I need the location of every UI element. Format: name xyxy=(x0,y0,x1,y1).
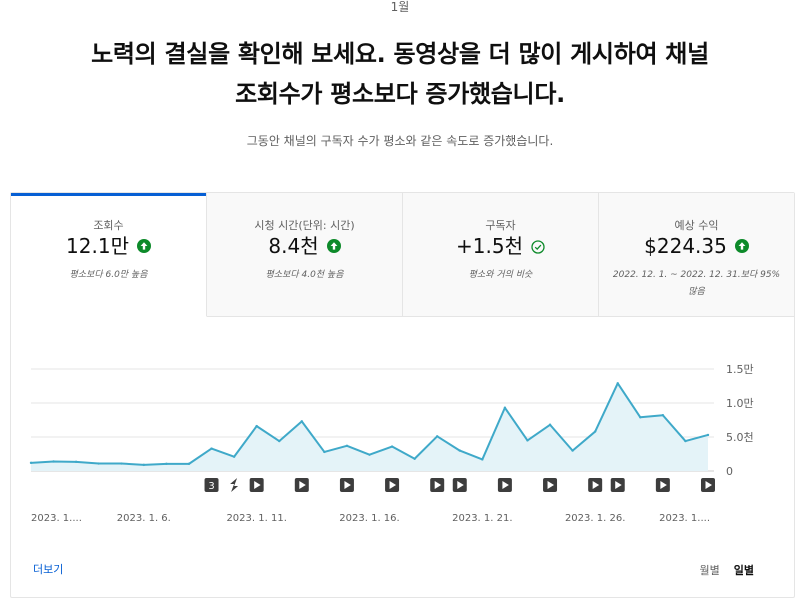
tab-label: 구독자 xyxy=(485,219,516,232)
data-point xyxy=(368,453,371,456)
data-point xyxy=(639,416,642,419)
data-point xyxy=(210,447,213,450)
tab-note: 평소와 거의 비슷 xyxy=(468,270,533,280)
tab-label: 조회수 xyxy=(93,219,124,232)
page-headline: 노력의 결실을 확인해 보세요. 동영상을 더 많이 게시하여 채널 조회수가 … xyxy=(40,34,760,114)
arrow-up-icon xyxy=(136,239,151,253)
data-point xyxy=(593,430,597,433)
data-point xyxy=(52,460,55,463)
period-toggle: 월별 일별 xyxy=(700,562,755,578)
data-point xyxy=(548,423,552,426)
tab-views[interactable]: 조회수 12.1만 평소보다 6.0만 높음 xyxy=(11,193,207,317)
tab-value: 12.1만 xyxy=(66,234,129,258)
month-label: 1월 xyxy=(390,0,410,14)
area-fill xyxy=(31,383,708,471)
data-point xyxy=(120,462,123,465)
video-marker-icon[interactable] xyxy=(294,478,309,492)
video-marker-icon[interactable] xyxy=(543,478,558,492)
data-point xyxy=(97,462,100,465)
data-point xyxy=(458,449,461,452)
x-tick-label: 2023. 1. 21. xyxy=(452,513,512,524)
data-point xyxy=(436,435,439,438)
daily-toggle[interactable]: 일별 xyxy=(734,562,754,578)
x-tick-label: 2023. 1. 26. xyxy=(565,513,625,524)
y-tick-label: 5.0천 xyxy=(726,430,754,444)
svg-text:3: 3 xyxy=(208,481,214,492)
data-point xyxy=(255,424,258,428)
check-circle-icon xyxy=(531,239,545,254)
data-point xyxy=(300,420,303,423)
tab-revenue[interactable]: 예상 수익 $224.35 2022. 12. 1. ~ 2022. 12. 3… xyxy=(599,193,794,317)
data-point xyxy=(413,457,416,460)
arrow-up-icon xyxy=(734,239,749,253)
tab-label: 시청 시간(단위: 시간) xyxy=(254,219,355,232)
upload-count-marker[interactable]: 3 xyxy=(204,478,219,492)
data-point xyxy=(142,463,146,467)
views-chart: 0 5.0천 1.0만 1.5만 3 2023. 1.... 2023. 1. 6. 2023… xyxy=(11,317,794,547)
more-link[interactable]: 더보기 xyxy=(33,561,63,577)
data-point xyxy=(29,461,33,465)
video-marker-icon[interactable] xyxy=(655,478,670,492)
tab-watch-time[interactable]: 시청 시간(단위: 시간) 8.4천 평소보다 4.0천 높음 xyxy=(207,193,403,317)
data-point xyxy=(571,449,574,452)
tab-value: +1.5천 xyxy=(456,234,523,258)
tab-note: 평소보다 6.0만 높음 xyxy=(69,270,148,280)
data-point xyxy=(481,458,484,461)
data-point xyxy=(232,455,236,458)
y-tick-label: 0 xyxy=(726,465,733,478)
video-marker-icon[interactable] xyxy=(452,478,467,492)
chart-svg: 0 5.0천 1.0만 1.5만 3 2023. 1.... 2023. 1. 6. 2023… xyxy=(29,363,754,524)
x-tick-label: 2023. 1. 11. xyxy=(226,513,286,524)
data-point xyxy=(74,460,78,464)
data-point xyxy=(390,445,394,448)
data-point xyxy=(278,439,281,443)
arrow-up-icon xyxy=(326,239,341,253)
data-point xyxy=(526,439,529,442)
data-point xyxy=(661,414,665,417)
tab-note: 2022. 12. 1. ~ 2022. 12. 31.보다 95% 많음 xyxy=(612,270,781,297)
tab-note: 평소보다 4.0천 높음 xyxy=(265,270,344,280)
data-point xyxy=(187,462,191,466)
video-marker-icon[interactable] xyxy=(430,478,445,492)
data-point xyxy=(165,462,168,466)
analytics-card: 조회수 12.1만 평소보다 6.0만 높음 시청 시간(단위: 시간) 8.4… xyxy=(10,192,795,598)
data-point xyxy=(684,439,687,443)
x-tick-label: 2023. 1. 16. xyxy=(339,513,399,524)
tab-value: $224.35 xyxy=(644,234,727,258)
short-marker-icon[interactable] xyxy=(230,478,239,492)
data-point xyxy=(706,433,710,437)
video-marker-icon[interactable] xyxy=(497,478,512,492)
headline-line-2: 조회수가 평소보다 증가했습니다. xyxy=(235,80,565,108)
video-marker-icon[interactable] xyxy=(339,478,354,492)
metric-tabs: 조회수 12.1만 평소보다 6.0만 높음 시청 시간(단위: 시간) 8.4… xyxy=(11,193,794,317)
monthly-toggle[interactable]: 월별 xyxy=(700,562,720,578)
data-point xyxy=(503,406,507,409)
video-marker-icon[interactable] xyxy=(249,478,264,492)
video-marker-icon[interactable] xyxy=(701,478,715,492)
tab-subscribers[interactable]: 구독자 +1.5천 평소와 거의 비슷 xyxy=(403,193,599,317)
video-marker-icon[interactable] xyxy=(385,478,400,492)
data-point xyxy=(323,450,326,454)
page-subline: 그동안 채널의 구독자 수가 평소와 같은 속도로 증가했습니다. xyxy=(246,134,554,148)
x-tick-label: 2023. 1. 6. xyxy=(117,513,171,524)
tab-label: 예상 수익 xyxy=(674,219,719,232)
x-tick-label: 2023. 1.... xyxy=(31,513,82,524)
y-tick-label: 1.5만 xyxy=(726,363,754,376)
x-tick-label: 2023. 1.... xyxy=(659,513,710,524)
y-tick-label: 1.0만 xyxy=(726,397,754,410)
data-point xyxy=(616,382,619,385)
tab-value: 8.4천 xyxy=(268,234,319,258)
headline-line-1: 노력의 결실을 확인해 보세요. 동영상을 더 많이 게시하여 채널 xyxy=(91,40,709,68)
video-marker-icon[interactable] xyxy=(610,478,625,492)
data-point xyxy=(345,444,349,448)
video-marker-icon[interactable] xyxy=(588,478,603,492)
